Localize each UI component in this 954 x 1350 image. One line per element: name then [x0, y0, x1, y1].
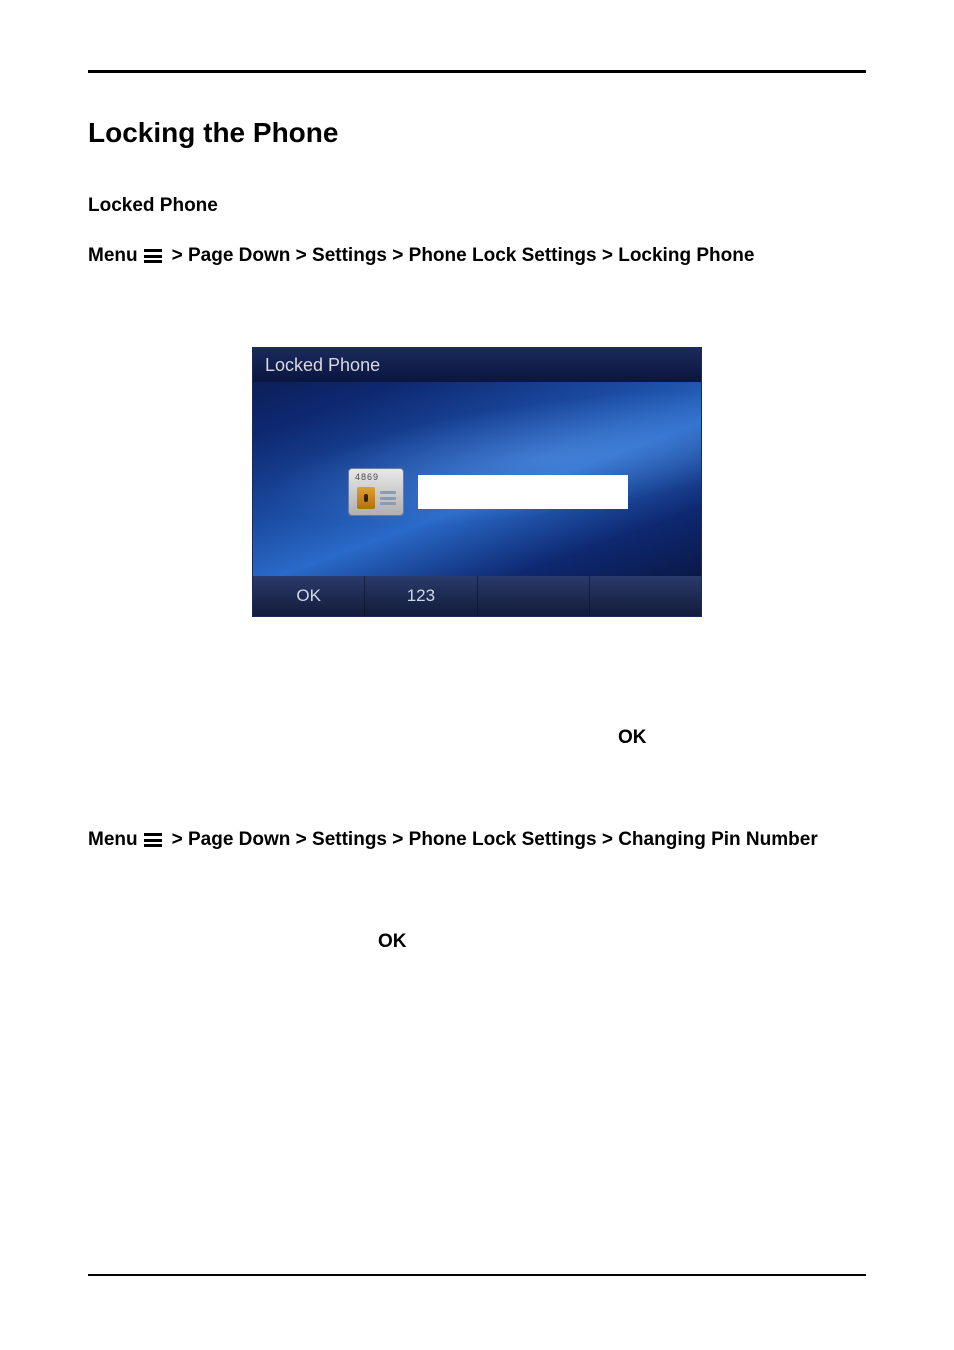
softkey-ok[interactable]: OK	[253, 576, 365, 616]
hamburger-icon	[144, 833, 162, 847]
ok-label-1: OK	[618, 727, 866, 749]
softkey-4[interactable]	[590, 576, 701, 616]
phone-screenshot: Locked Phone 4869 OK 123	[88, 347, 866, 617]
section-subheading: Locked Phone	[88, 195, 866, 217]
page-heading: Locking the Phone	[88, 117, 866, 149]
phone-screen: Locked Phone 4869 OK 123	[252, 347, 702, 617]
top-rule	[88, 70, 866, 73]
nav-path-text: > Page Down > Settings > Phone Lock Sett…	[172, 245, 755, 267]
softkey-input-mode[interactable]: 123	[365, 576, 477, 616]
hamburger-icon	[144, 249, 162, 263]
lock-icon: 4869	[348, 468, 404, 516]
screen-title: Locked Phone	[253, 348, 701, 382]
menu-label: Menu	[88, 245, 138, 267]
pin-input[interactable]	[418, 475, 628, 509]
nav-path-text: > Page Down > Settings > Phone Lock Sett…	[172, 829, 818, 851]
softkey-bar: OK 123	[253, 576, 701, 616]
bottom-rule	[88, 1274, 866, 1276]
ok-label-2: OK	[378, 931, 866, 953]
nav-path-changing-pin: Menu > Page Down > Settings > Phone Lock…	[88, 829, 866, 851]
nav-path-locking: Menu > Page Down > Settings > Phone Lock…	[88, 245, 866, 267]
softkey-3[interactable]	[478, 576, 590, 616]
lock-digits: 4869	[355, 472, 379, 482]
menu-label: Menu	[88, 829, 138, 851]
